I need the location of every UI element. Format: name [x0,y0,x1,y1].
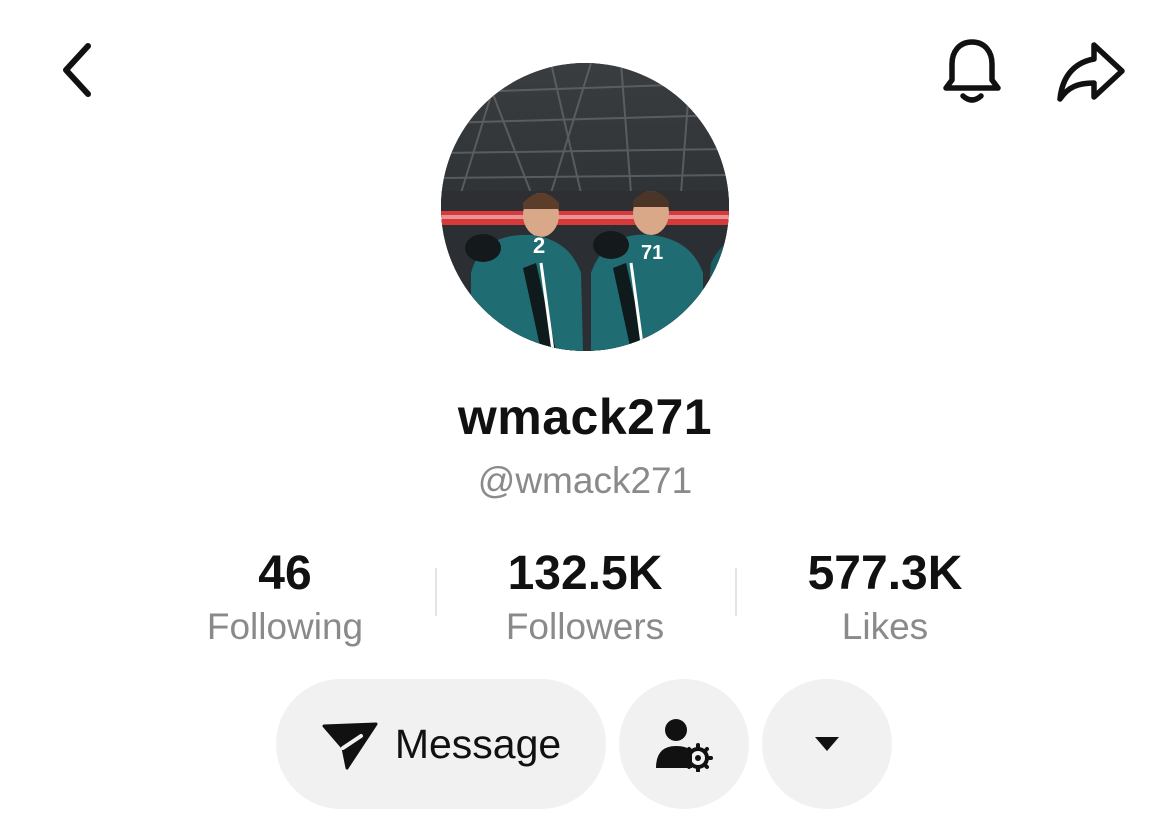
display-name: wmack271 [457,389,713,445]
svg-text:71: 71 [641,242,663,264]
stat-following[interactable]: 46 Following [145,544,425,650]
stat-divider [735,568,737,616]
chevron-left-icon [63,43,91,97]
followers-count: 132.5K [507,547,663,600]
likes-count: 577.3K [807,547,963,600]
caret-down-icon [815,737,839,751]
profile-page: 2 71 wmack271 @wmack271 46 Following 132… [0,0,1170,839]
message-button[interactable]: Message [276,679,606,809]
bell-icon [943,39,1001,103]
following-label: Following [206,606,364,647]
following-count: 46 [258,547,312,600]
send-icon [322,722,378,770]
message-button-label: Message [394,720,562,767]
friend-settings-button[interactable] [619,679,749,809]
share-arrow-icon [1057,42,1125,102]
followers-label: Followers [505,606,665,647]
back-button[interactable] [44,30,112,110]
avatar[interactable]: 2 71 [441,63,729,351]
user-settings-icon [656,719,713,772]
username-handle: @wmack271 [477,460,693,501]
svg-text:2: 2 [533,233,545,258]
share-button[interactable] [1046,30,1136,114]
notification-bell-button[interactable] [930,30,1014,114]
avatar-photo: 2 71 [441,63,729,351]
stat-likes[interactable]: 577.3K Likes [745,544,1025,650]
stat-followers[interactable]: 132.5K Followers [445,544,725,650]
stat-divider [435,568,437,616]
likes-label: Likes [841,606,929,647]
more-options-button[interactable] [762,679,892,809]
